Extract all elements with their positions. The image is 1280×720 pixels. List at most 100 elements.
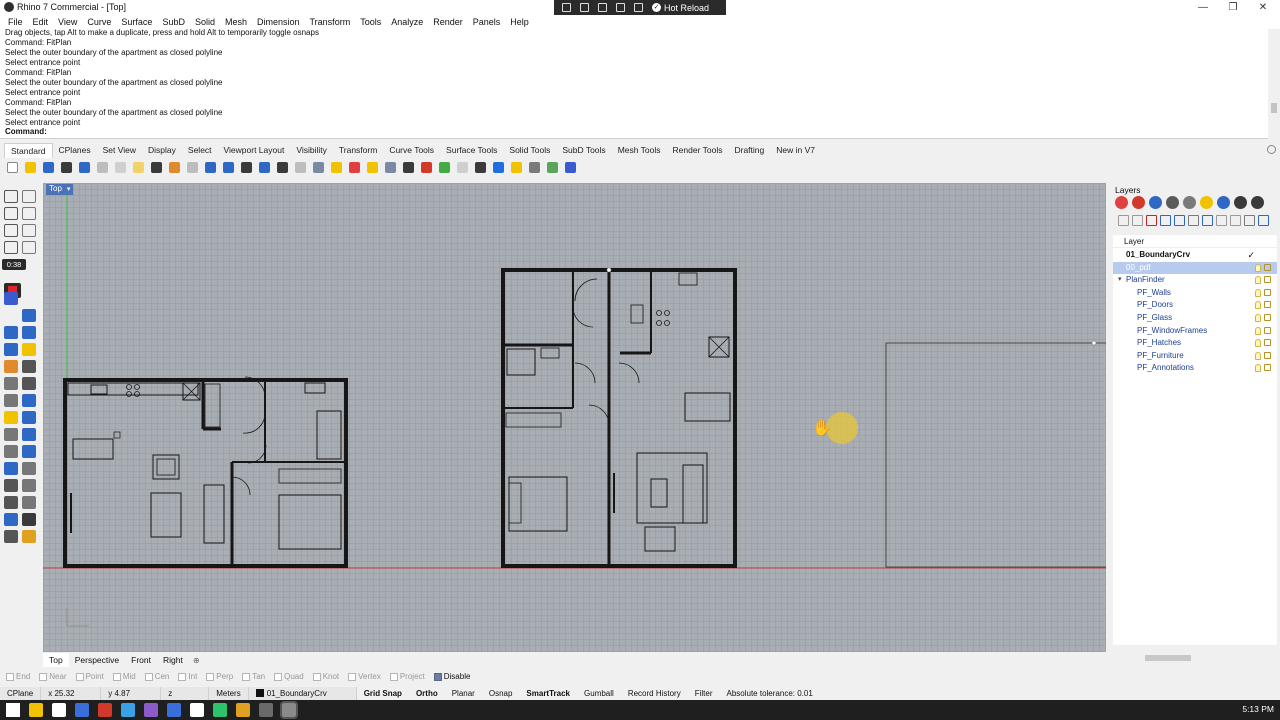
tool-palette-icon[interactable]: [22, 513, 36, 526]
menu-help[interactable]: Help: [505, 15, 534, 29]
osnap-disable[interactable]: Disable: [433, 672, 477, 681]
floor-plan-drawing[interactable]: ✋: [43, 183, 1106, 652]
tool-palette-icon[interactable]: [22, 241, 36, 254]
toolbar-tool-icon[interactable]: [148, 159, 164, 175]
panel-tab-icon[interactable]: [1183, 196, 1196, 209]
toolbar-tool-icon[interactable]: [310, 159, 326, 175]
lock-icon[interactable]: [1264, 326, 1271, 334]
taskbar-app-icon[interactable]: [280, 701, 298, 719]
tab-surface-tools[interactable]: Surface Tools: [440, 143, 503, 157]
layer-row-pf-furniture[interactable]: PF_Furniture: [1113, 350, 1277, 362]
checkbox[interactable]: [274, 672, 283, 681]
taskbar-app-icon[interactable]: [121, 703, 135, 717]
checkbox[interactable]: [75, 672, 84, 681]
checkbox[interactable]: [433, 672, 442, 681]
toolbar-tool-icon[interactable]: [112, 159, 128, 175]
tab-display[interactable]: Display: [142, 143, 182, 157]
lock-icon[interactable]: [1264, 364, 1271, 372]
tab-select[interactable]: Select: [182, 143, 218, 157]
layer-row-pf-hatches[interactable]: PF_Hatches: [1113, 337, 1277, 349]
tool-palette-icon[interactable]: [22, 326, 36, 339]
tool-palette-icon[interactable]: [4, 530, 18, 543]
toolbar-tool-icon[interactable]: [436, 159, 452, 175]
tab-drafting[interactable]: Drafting: [728, 143, 770, 157]
toolbar-tool-icon[interactable]: [76, 159, 92, 175]
layer-tool-icon[interactable]: [1244, 215, 1255, 226]
taskbar-app-icon[interactable]: [190, 703, 204, 717]
status-current-layer[interactable]: 01_BoundaryCrv: [248, 687, 357, 700]
toolbar-tool-icon[interactable]: [418, 159, 434, 175]
layer-scrollbar[interactable]: [1113, 653, 1277, 663]
visibility-bulb-icon[interactable]: [1255, 288, 1261, 297]
add-viewport-icon[interactable]: ⊕: [193, 656, 200, 665]
layer-tool-icon[interactable]: [1258, 215, 1269, 226]
toolbar-tool-icon[interactable]: [472, 159, 488, 175]
toolbar-tool-icon[interactable]: [22, 159, 38, 175]
tool-palette-icon[interactable]: [22, 190, 36, 203]
tool-palette-icon[interactable]: [4, 292, 18, 305]
layer-list[interactable]: Layer 01_BoundaryCrv ✓ 00_pdf ▾ PlanFinder PF…: [1113, 235, 1277, 645]
toolbar-tool-icon[interactable]: [202, 159, 218, 175]
toolbar-tool-icon[interactable]: [346, 159, 362, 175]
toolbar-tool-icon[interactable]: [364, 159, 380, 175]
close-button[interactable]: ✕: [1248, 0, 1278, 15]
toolbar-tool-icon[interactable]: [292, 159, 308, 175]
tab-standard[interactable]: Standard: [4, 142, 53, 158]
toolbar-tool-icon[interactable]: [562, 159, 578, 175]
status-toggle-record-history[interactable]: Record History: [621, 687, 688, 700]
scrollbar-thumb[interactable]: [1271, 103, 1277, 113]
checkbox[interactable]: [206, 672, 215, 681]
tool-palette-icon[interactable]: [4, 241, 18, 254]
toolbar-tool-icon[interactable]: [58, 159, 74, 175]
menu-dimension[interactable]: Dimension: [252, 15, 305, 29]
visibility-bulb-icon[interactable]: [1255, 326, 1261, 335]
tool-palette-icon[interactable]: [4, 224, 18, 237]
checkbox[interactable]: [348, 672, 357, 681]
menu-file[interactable]: File: [3, 15, 28, 29]
menu-panels[interactable]: Panels: [468, 15, 506, 29]
command-prompt[interactable]: Command:: [5, 127, 47, 136]
status-toggle-gumball[interactable]: Gumball: [577, 687, 621, 700]
tool-palette-icon[interactable]: [4, 394, 18, 407]
checkbox[interactable]: [39, 672, 48, 681]
panel-tab-icon[interactable]: [1217, 196, 1230, 209]
lock-icon[interactable]: [1264, 288, 1271, 296]
layer-tool-icon[interactable]: [1118, 215, 1129, 226]
lock-icon[interactable]: [1264, 314, 1271, 321]
toolbar-tool-icon[interactable]: [130, 159, 146, 175]
panel-tab-icon[interactable]: [1234, 196, 1247, 209]
menu-tools[interactable]: Tools: [355, 15, 386, 29]
toolbar-tool-icon[interactable]: [220, 159, 236, 175]
layer-row-pf-doors[interactable]: PF_Doors: [1113, 299, 1277, 311]
tool-palette-icon[interactable]: [22, 360, 36, 373]
tab-render-tools[interactable]: Render Tools: [667, 143, 729, 157]
status-toggle-smarttrack[interactable]: SmartTrack: [519, 687, 577, 700]
tool-palette-icon[interactable]: [22, 394, 36, 407]
layer-tool-icon[interactable]: [1202, 215, 1213, 226]
visibility-bulb-icon[interactable]: [1255, 314, 1261, 322]
status-units[interactable]: Meters: [209, 687, 249, 700]
layer-row-planfinder[interactable]: ▾ PlanFinder: [1113, 274, 1277, 286]
layer-tool-icon[interactable]: [1146, 215, 1157, 226]
checkbox[interactable]: [144, 672, 153, 681]
tab-new-in-v7[interactable]: New in V7: [770, 143, 821, 157]
pointer-icon[interactable]: [562, 3, 571, 12]
tool-palette-icon[interactable]: [22, 428, 36, 441]
osnap-knot[interactable]: Knot: [312, 672, 345, 681]
history-scrollbar[interactable]: [1268, 29, 1280, 139]
tab-top[interactable]: Top: [43, 653, 69, 667]
tool-palette-icon[interactable]: [22, 496, 36, 509]
tab-front[interactable]: Front: [125, 653, 157, 667]
layer-row-00-pdf[interactable]: 00_pdf: [1113, 261, 1277, 274]
lock-icon[interactable]: [1264, 339, 1271, 347]
viewport-title[interactable]: Top ▾: [46, 184, 74, 195]
tool-palette-icon[interactable]: [4, 428, 18, 441]
panel-tab-icon[interactable]: [1166, 196, 1179, 209]
tool-palette-icon[interactable]: [4, 513, 18, 526]
expand-icon[interactable]: ▾: [1118, 274, 1122, 286]
taskbar-app-icon[interactable]: [213, 703, 227, 717]
visibility-bulb-icon[interactable]: [1255, 351, 1261, 360]
lock-icon[interactable]: [1264, 263, 1271, 271]
layer-tool-icon[interactable]: [1132, 215, 1143, 226]
tool-palette-icon[interactable]: [22, 411, 36, 424]
